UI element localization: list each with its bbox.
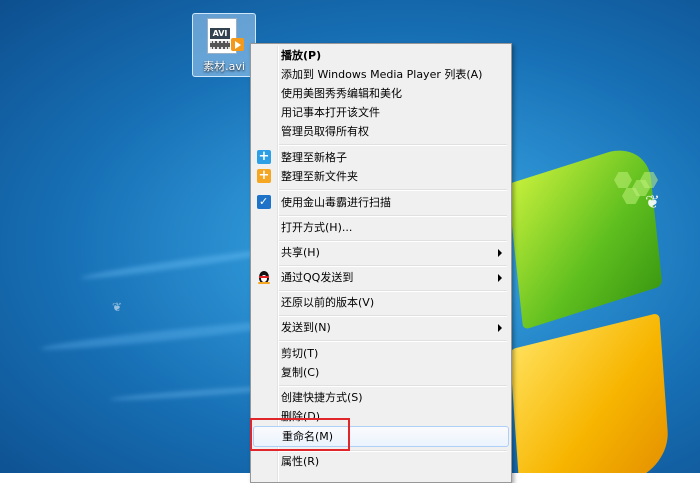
- windows-logo-green-pane: [507, 139, 663, 331]
- desktop-file-label: 素材.avi: [203, 60, 245, 73]
- menu-item-organize-to-new-grid[interactable]: 整理至新格子: [253, 147, 509, 167]
- menu-item-label: 管理员取得所有权: [281, 125, 369, 138]
- menu-item-label: 剪切(T): [281, 347, 319, 360]
- menu-separator: [279, 385, 507, 387]
- menu-item-take-ownership[interactable]: 管理员取得所有权: [253, 122, 509, 141]
- menu-item-send-via-qq[interactable]: 通过QQ发送到: [253, 268, 509, 287]
- rename-highlight-box: [250, 418, 350, 451]
- qq-penguin-icon: [257, 270, 271, 284]
- submenu-arrow-icon: [498, 274, 502, 282]
- menu-item-copy[interactable]: 复制(C): [253, 363, 509, 382]
- menu-item-label: 使用金山毒霸进行扫描: [281, 196, 391, 209]
- menu-item-cut[interactable]: 剪切(T): [253, 344, 509, 363]
- menu-item-scan-with-duba[interactable]: 使用金山毒霸进行扫描: [253, 192, 509, 212]
- menu-item-restore-previous-versions[interactable]: 还原以前的版本(V): [253, 293, 509, 312]
- menu-item-create-shortcut[interactable]: 创建快捷方式(S): [253, 388, 509, 407]
- menu-separator: [279, 189, 507, 191]
- menu-separator: [279, 265, 507, 267]
- menu-separator: [279, 240, 507, 242]
- file-type-badge: AVI: [210, 28, 230, 39]
- menu-item-label: 共享(H): [281, 246, 320, 259]
- menu-item-label: 属性(R): [281, 455, 320, 468]
- butterfly-icon: ❦: [112, 300, 123, 314]
- menu-item-open-with[interactable]: 打开方式(H)...: [253, 218, 509, 237]
- menu-item-label: 通过QQ发送到: [281, 271, 354, 284]
- menu-item-label: 添加到 Windows Media Player 列表(A): [281, 68, 483, 81]
- menu-item-edit-with-meitu[interactable]: 使用美图秀秀编辑和美化: [253, 84, 509, 103]
- plus-blue-icon: [257, 147, 271, 166]
- menu-separator: [279, 215, 507, 217]
- menu-item-label: 整理至新文件夹: [281, 170, 358, 183]
- play-icon: [231, 38, 244, 51]
- menu-item-add-to-wmp-list[interactable]: 添加到 Windows Media Player 列表(A): [253, 65, 509, 84]
- menu-separator: [279, 315, 507, 317]
- menu-item-share[interactable]: 共享(H): [253, 243, 509, 262]
- menu-item-label: 还原以前的版本(V): [281, 296, 375, 309]
- butterfly-icon: ❦: [645, 192, 661, 213]
- menu-separator: [279, 144, 507, 146]
- submenu-arrow-icon: [498, 324, 502, 332]
- menu-item-open-with-notepad[interactable]: 用记事本打开该文件: [253, 103, 509, 122]
- menu-item-label: 播放(P): [281, 49, 322, 62]
- menu-separator: [279, 290, 507, 292]
- menu-item-label: 发送到(N): [281, 321, 331, 334]
- menu-item-properties[interactable]: 属性(R): [253, 452, 509, 471]
- avi-file-icon: AVI: [207, 18, 244, 54]
- menu-item-label: 用记事本打开该文件: [281, 106, 380, 119]
- context-menu: 播放(P) 添加到 Windows Media Player 列表(A) 使用美…: [250, 43, 512, 483]
- desktop-file-avi[interactable]: AVI 素材.avi: [192, 13, 256, 77]
- windows-logo-yellow-pane: [509, 312, 671, 473]
- plus-orange-icon: [257, 166, 271, 185]
- submenu-arrow-icon: [498, 249, 502, 257]
- menu-item-label: 整理至新格子: [281, 151, 347, 164]
- shield-icon: [257, 192, 271, 211]
- film-strip-icon: [210, 41, 230, 49]
- menu-item-send-to[interactable]: 发送到(N): [253, 318, 509, 337]
- menu-item-label: 打开方式(H)...: [281, 221, 353, 234]
- menu-item-label: 创建快捷方式(S): [281, 391, 363, 404]
- menu-item-label: 复制(C): [281, 366, 320, 379]
- menu-item-play[interactable]: 播放(P): [253, 46, 509, 65]
- menu-separator: [279, 340, 507, 342]
- menu-item-label: 使用美图秀秀编辑和美化: [281, 87, 402, 100]
- menu-item-organize-to-new-folder[interactable]: 整理至新文件夹: [253, 166, 509, 186]
